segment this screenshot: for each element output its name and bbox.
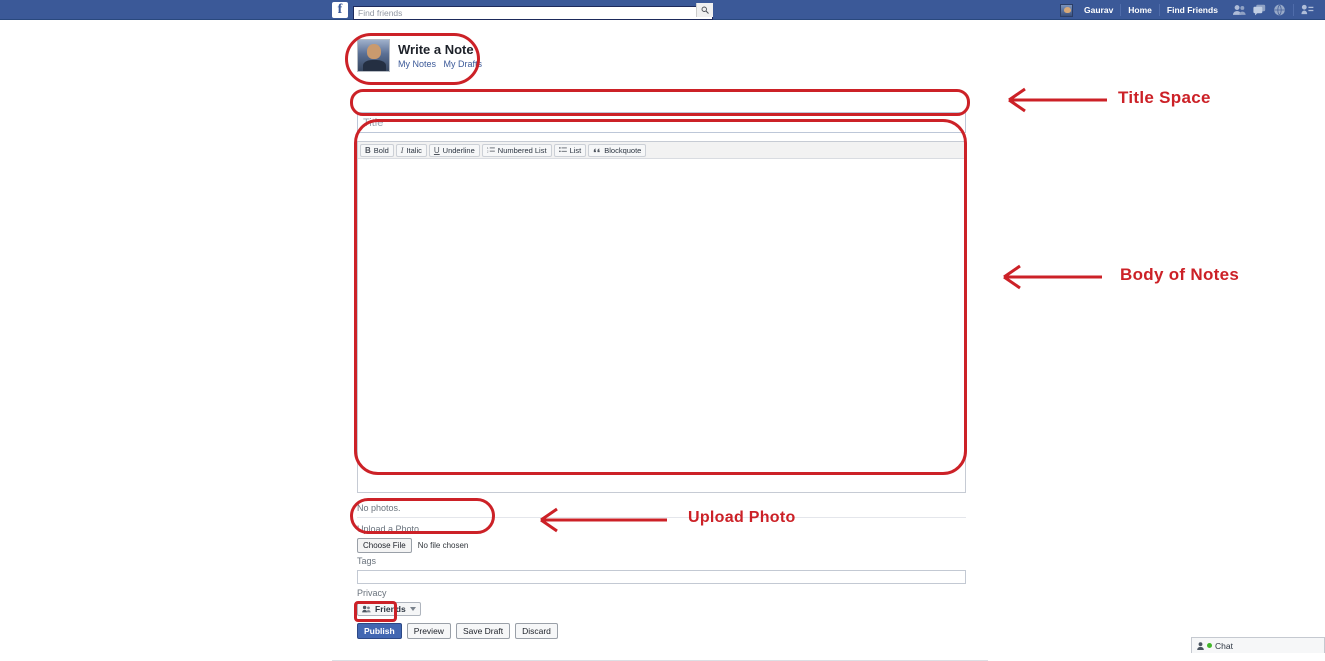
note-sub-links: My Notes My Drafts xyxy=(398,59,487,70)
privacy-selector[interactable]: Friends xyxy=(357,602,421,616)
numbered-list-button[interactable]: 1 2 Numbered List xyxy=(481,143,552,157)
upload-photo-label: Upload a Photo xyxy=(357,524,420,534)
upload-photo-section: Upload a Photo Choose File No file chose… xyxy=(357,524,468,553)
bold-glyph-icon: B xyxy=(365,145,371,155)
my-notes-link[interactable]: My Notes xyxy=(398,59,436,69)
form-action-buttons: Publish Preview Save Draft Discard xyxy=(357,623,558,639)
underline-label: Underline xyxy=(442,145,475,155)
italic-glyph-icon: I xyxy=(400,145,404,155)
annotation-arrow-title xyxy=(1008,87,1107,113)
bullet-list-button[interactable]: List xyxy=(553,143,587,157)
privacy-section: Privacy Friends xyxy=(357,588,421,618)
facebook-logo[interactable]: f xyxy=(332,2,348,18)
my-drafts-link[interactable]: My Drafts xyxy=(444,59,483,69)
preview-button[interactable]: Preview xyxy=(406,623,451,639)
nav-home-link[interactable]: Home xyxy=(1121,0,1159,20)
nav-avatar[interactable] xyxy=(1060,3,1073,17)
svg-text:2: 2 xyxy=(487,149,489,153)
chat-bar[interactable]: Chat xyxy=(1191,637,1325,653)
underline-glyph-icon: U xyxy=(433,145,440,155)
formatting-toolbar: B Bold I Italic U Underline 1 2 Numbered… xyxy=(358,142,965,159)
publish-button[interactable]: Publish xyxy=(357,623,402,639)
note-title-input[interactable] xyxy=(357,112,966,133)
discard-button[interactable]: Discard xyxy=(515,623,558,639)
notifications-globe-icon[interactable] xyxy=(1273,4,1286,16)
chosen-file-name: No file chosen xyxy=(417,541,469,550)
page-title: Write a Note xyxy=(398,41,474,57)
numbered-list-label: Numbered List xyxy=(497,145,547,155)
underline-button[interactable]: U Underline xyxy=(428,143,480,157)
user-avatar xyxy=(357,39,390,72)
list-icon xyxy=(558,146,567,154)
friend-requests-icon[interactable] xyxy=(1232,4,1246,16)
svg-text:1: 1 xyxy=(487,146,489,150)
choose-file-button[interactable]: Choose File xyxy=(357,538,412,553)
privacy-label: Privacy xyxy=(357,588,387,598)
bold-button[interactable]: B Bold xyxy=(360,143,394,157)
note-body-editor: B Bold I Italic U Underline 1 2 Numbered… xyxy=(357,141,966,493)
privacy-value: Friends xyxy=(375,604,406,614)
blockquote-button[interactable]: Blockquote xyxy=(588,143,647,157)
section-divider xyxy=(357,517,966,518)
no-photos-status: No photos. xyxy=(357,503,401,513)
chat-person-icon xyxy=(1197,641,1204,650)
quote-icon xyxy=(593,146,601,154)
note-header: Write a Note My Notes My Drafts xyxy=(357,39,487,72)
chat-label: Chat xyxy=(1215,640,1233,651)
blockquote-label: Blockquote xyxy=(604,145,642,155)
chevron-down-icon xyxy=(409,607,416,611)
messages-icon[interactable] xyxy=(1253,4,1266,16)
bold-label: Bold xyxy=(373,145,389,155)
bullet-list-label: List xyxy=(569,145,582,155)
search-box[interactable] xyxy=(353,3,713,20)
annotation-label-body-of-notes: Body of Notes xyxy=(1120,265,1240,284)
tags-input[interactable] xyxy=(357,570,966,584)
search-icon[interactable] xyxy=(696,3,713,17)
annotation-label-title-space: Title Space xyxy=(1118,88,1211,107)
facebook-top-bar: f Gaurav Home Find Friends xyxy=(0,0,1325,20)
search-input[interactable] xyxy=(353,6,713,20)
italic-button[interactable]: I Italic xyxy=(395,143,427,157)
tags-section: Tags xyxy=(357,556,966,585)
chat-online-status-dot xyxy=(1207,643,1212,648)
italic-label: Italic xyxy=(406,145,422,155)
note-composer-page: Write a Note My Notes My Drafts B Bold I… xyxy=(332,20,988,661)
save-draft-button[interactable]: Save Draft xyxy=(455,623,511,639)
nav-user-name[interactable]: Gaurav xyxy=(1077,0,1120,20)
note-body-textarea[interactable] xyxy=(358,159,965,492)
privacy-shortcuts-icon[interactable] xyxy=(1301,4,1314,16)
friends-icon xyxy=(362,605,371,613)
nav-find-friends-link[interactable]: Find Friends xyxy=(1160,0,1225,20)
tags-label: Tags xyxy=(357,556,377,566)
annotation-arrow-body xyxy=(1003,264,1102,290)
numbered-list-icon: 1 2 xyxy=(487,146,495,154)
nav-divider xyxy=(1292,4,1294,16)
